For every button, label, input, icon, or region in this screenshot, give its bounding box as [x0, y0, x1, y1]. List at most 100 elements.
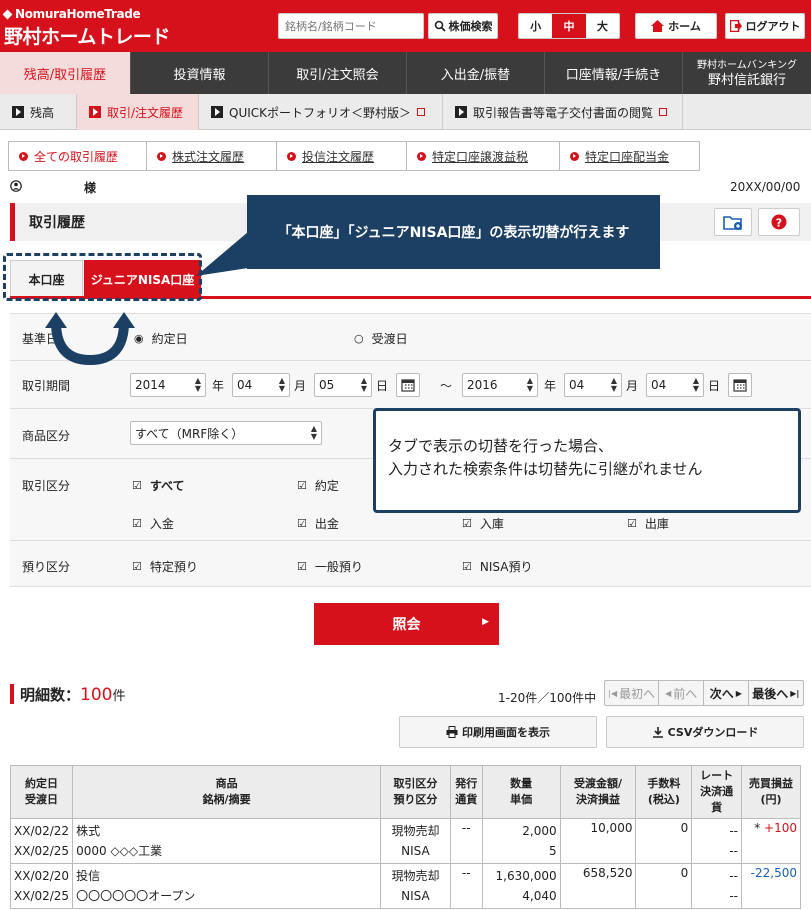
external-link-icon [417, 108, 426, 116]
external-link-icon [659, 108, 668, 116]
arrow-circle-icon [570, 151, 579, 161]
download-icon [652, 727, 663, 738]
th-pl: 売買損益 (円) [740, 765, 802, 819]
radio-settle-date[interactable]: ○ 受渡日 [354, 330, 408, 347]
subtab-dividends[interactable]: 特定口座配当金 [560, 142, 699, 170]
th-qty-price: 数量 単価 [481, 765, 561, 819]
from-day-select[interactable]: 05 ▲ ▼ [314, 373, 372, 397]
subtab-all-history[interactable]: 全ての取引履歴 [9, 142, 147, 170]
subtab-tax[interactable]: 特定口座譲渡益税 [407, 142, 560, 170]
checkbox-dep-special[interactable]: ☑ 特定預り [132, 558, 198, 575]
logo-sub: NomuraHomeTrade [2, 7, 141, 21]
product-link[interactable]: 0000 ◇◇◇工業 [76, 841, 377, 861]
updown-icon: ▲ ▼ [310, 424, 317, 441]
checkbox-dep-nisa[interactable]: ☑ NISA預り [462, 558, 532, 575]
check-icon: ☑ [297, 560, 307, 573]
sub-nav: 残高 取引/注文履歴 QUICKポートフォリオ＜野村版＞ 取引報告書等電子交付書… [0, 94, 811, 130]
font-size-mid[interactable]: 中 [552, 14, 586, 38]
from-calendar-button[interactable] [396, 373, 420, 397]
nav-balance-history[interactable]: 残高/取引履歴 [0, 52, 131, 94]
check-icon: ☑ [132, 560, 142, 573]
check-icon: ☑ [297, 517, 307, 530]
row-deposit-type: 預り区分 ☑ 特定預り ☑ 一般預り ☑ NISA預り [10, 541, 811, 587]
updown-icon: ▲ ▼ [526, 376, 533, 393]
print-button[interactable]: 印刷用画面を表示 [399, 716, 597, 748]
from-year-select[interactable]: 2014 ▲ ▼ [130, 373, 206, 397]
arrow-circle-icon [417, 151, 426, 161]
history-table: 約定日 受渡日 商品 銘柄/摘要 取引区分 預り区分 発行 通貨 数量 単価 受… [9, 765, 802, 909]
from-month-select[interactable]: 04 ▲ ▼ [232, 373, 290, 397]
updown-icon: ▲ ▼ [278, 376, 285, 393]
arrow-right-icon: ▶ [482, 617, 489, 627]
page-last[interactable]: 最後へ ▶| [749, 681, 803, 705]
product-select[interactable]: すべて（MRF除く） ▲ ▼ [130, 421, 322, 445]
callout-tab-switch: 「本口座」「ジュニアNISA口座」の表示切替が行えます [247, 195, 660, 269]
row-period: 取引期間 2014 ▲ ▼ 年 04 ▲ ▼ 月 05 ▲ ▼ 日 ～ 2016 ▲ ▼ 年 0… [10, 361, 811, 409]
checkbox-trade-exec[interactable]: ☑ 約定 [297, 477, 339, 494]
subnav-electronic-docs[interactable]: 取引報告書等電子交付書面の閲覧 [443, 94, 683, 130]
submit-button[interactable]: 照会 ▶ [314, 603, 499, 645]
home-button[interactable]: ホーム [635, 13, 717, 39]
swap-arrow-icon [45, 312, 135, 366]
font-size-small[interactable]: 小 [519, 14, 552, 38]
check-icon: ☑ [462, 560, 472, 573]
nav-deposit-transfer[interactable]: 入出金/振替 [407, 52, 545, 94]
logo-main[interactable]: 野村ホームトレード [4, 22, 170, 49]
search-icon [434, 20, 446, 32]
current-date: 20XX/00/00 [730, 180, 801, 194]
nav-home-banking[interactable]: 野村ホームバンキング 野村信託銀行 [683, 52, 811, 94]
check-icon: ☑ [462, 517, 472, 530]
page-prev[interactable]: ◀ 前へ [659, 681, 704, 705]
subtab-fund-orders[interactable]: 投信注文履歴 [277, 142, 407, 170]
subnav-trade-history[interactable]: 取引/注文履歴 [77, 94, 199, 130]
folder-add-icon [723, 216, 742, 230]
updown-icon: ▲ ▼ [360, 376, 367, 393]
arrow-right-icon [455, 106, 467, 118]
search-input[interactable] [278, 13, 424, 39]
product-link[interactable]: 〇〇〇〇〇〇オープン [76, 886, 377, 906]
subnav-quick-portfolio[interactable]: QUICKポートフォリオ＜野村版＞ [199, 94, 443, 130]
to-day-select[interactable]: 04 ▲ ▼ [646, 373, 704, 397]
checkbox-dep-general[interactable]: ☑ 一般預り [297, 558, 363, 575]
subtab-stock-orders[interactable]: 株式注文履歴 [147, 142, 277, 170]
to-calendar-button[interactable] [728, 373, 752, 397]
check-icon: ☑ [627, 517, 637, 530]
font-size-large[interactable]: 大 [586, 14, 619, 38]
checkbox-trade-outgoing[interactable]: ☑ 出庫 [627, 515, 669, 532]
csv-download-button[interactable]: CSVダウンロード [606, 716, 804, 748]
checkbox-trade-all[interactable]: ☑ すべて [132, 477, 185, 494]
help-button[interactable]: ? [758, 208, 800, 236]
page-next[interactable]: 次へ ▶ [704, 681, 749, 705]
print-icon [446, 726, 458, 738]
checkbox-trade-out[interactable]: ☑ 出金 [297, 515, 339, 532]
stock-search-button[interactable]: 株価検索 [428, 13, 498, 39]
nav-investment-info[interactable]: 投資情報 [131, 52, 269, 94]
check-icon: ☑ [297, 479, 307, 492]
logout-button[interactable]: ログアウト [725, 13, 805, 39]
user-icon [10, 180, 22, 192]
th-date: 約定日 受渡日 [9, 765, 74, 819]
add-folder-button[interactable] [714, 208, 752, 236]
radio-trade-date[interactable]: ◉ 約定日 [134, 330, 188, 347]
page-first[interactable]: |◀ 最初へ [605, 681, 660, 705]
help-icon: ? [771, 214, 787, 230]
checkbox-trade-incoming[interactable]: ☑ 入庫 [462, 515, 504, 532]
subnav-balance[interactable]: 残高 [0, 94, 77, 130]
callout-pointer [196, 232, 248, 276]
user-suffix: 様 [84, 181, 97, 195]
pagination: |◀ 最初へ ◀ 前へ 次へ ▶ 最後へ ▶| [604, 680, 804, 706]
results-accent [10, 684, 14, 704]
to-month-select[interactable]: 04 ▲ ▼ [564, 373, 622, 397]
updown-icon: ▲ ▼ [194, 376, 201, 393]
check-icon: ☑ [132, 479, 142, 492]
callout-highlight-frame [3, 253, 202, 301]
nav-account-info[interactable]: 口座情報/手続き [545, 52, 683, 94]
svg-text:?: ? [776, 217, 782, 230]
updown-icon: ▲ ▼ [610, 376, 617, 393]
nav-trade-order[interactable]: 取引/注文照会 [269, 52, 407, 94]
th-amount: 受渡金額/ 決済損益 [559, 765, 637, 819]
to-year-select[interactable]: 2016 ▲ ▼ [462, 373, 538, 397]
font-size-switcher: 小 中 大 [518, 13, 620, 39]
checkbox-trade-in[interactable]: ☑ 入金 [132, 515, 174, 532]
logout-icon [729, 20, 742, 32]
